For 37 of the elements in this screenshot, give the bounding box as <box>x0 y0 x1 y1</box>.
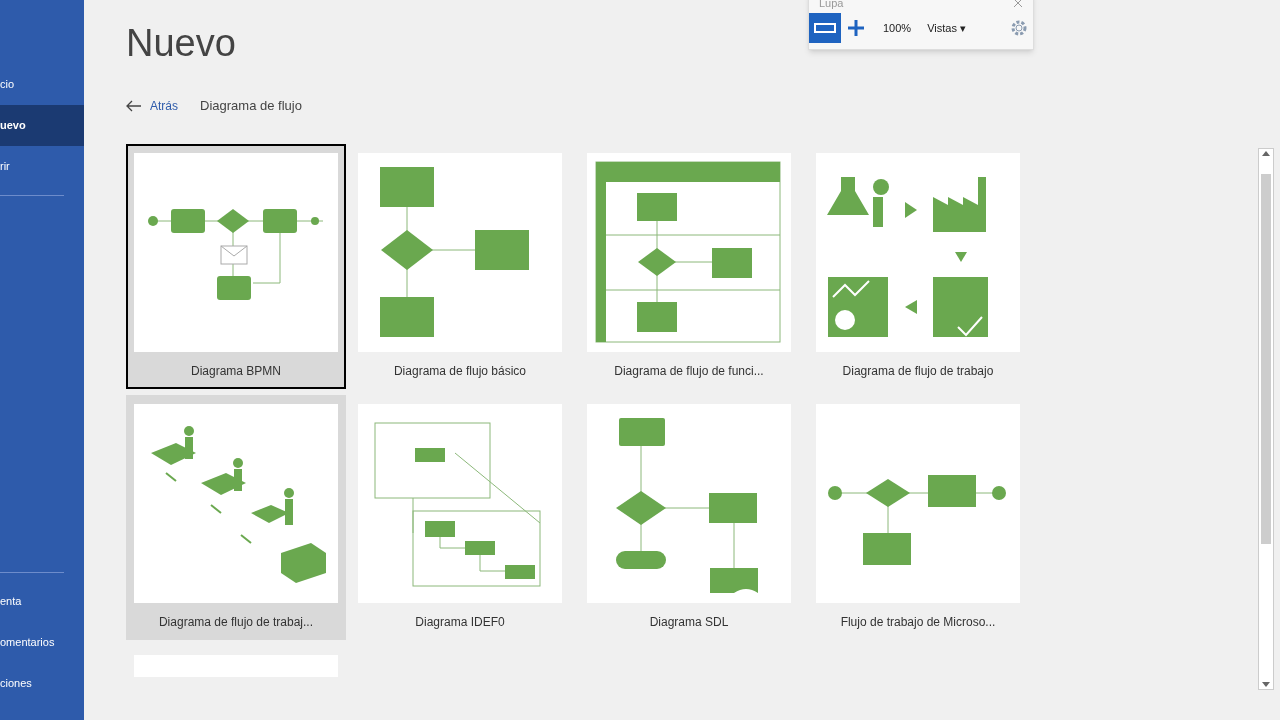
scroll-down-icon[interactable] <box>1262 682 1270 687</box>
magnifier-window-title: Lupa <box>819 0 844 11</box>
template-label: Diagrama IDEF0 <box>415 613 505 631</box>
scroll-up-icon[interactable] <box>1262 151 1270 156</box>
template-tile[interactable]: Diagrama de flujo de trabajo <box>808 143 1028 389</box>
template-label: Diagrama de flujo de funci... <box>614 362 764 380</box>
sidebar-item[interactable]: uevo <box>0 105 84 146</box>
template-tile[interactable]: Diagrama BPMN <box>126 143 346 389</box>
page-title: Nuevo <box>126 24 236 66</box>
sidebar-item[interactable]: enta <box>0 581 84 622</box>
template-label: Diagrama de flujo de trabaj... <box>158 613 314 631</box>
breadcrumb: Diagrama de flujo <box>200 97 302 115</box>
close-icon[interactable] <box>1013 0 1023 8</box>
template-tile[interactable]: Diagrama SDL <box>579 394 799 640</box>
template-tile[interactable]: Diagrama de flujo de funci... <box>579 143 799 389</box>
template-label: Diagrama BPMN <box>191 362 281 380</box>
sidebar-item[interactable]: omentarios <box>0 622 84 663</box>
scrollbar-thumb[interactable] <box>1261 174 1271 544</box>
sidebar-item[interactable]: ciones <box>0 663 84 704</box>
template-label: Diagrama SDL <box>649 613 729 631</box>
template-tile[interactable]: Diagrama de flujo de trabaj... <box>126 394 346 640</box>
template-label: Diagrama de flujo básico <box>393 362 527 380</box>
template-tile[interactable]: Diagrama IDEF0 <box>350 394 570 640</box>
zoom-level: 100% <box>883 20 912 36</box>
minus-icon <box>814 23 836 33</box>
plus-icon <box>847 19 865 37</box>
back-arrow-icon <box>126 99 142 112</box>
back-button[interactable]: Atrás <box>126 96 178 115</box>
template-label: Diagrama de flujo de trabajo <box>842 362 994 380</box>
template-label: Flujo de trabajo de Microso... <box>840 613 996 631</box>
settings-icon[interactable] <box>1010 19 1028 37</box>
views-dropdown[interactable]: Vistas ▾ <box>927 19 966 37</box>
template-tile[interactable]: Diagrama de flujo básico <box>350 143 570 389</box>
sidebar-item[interactable]: cio <box>0 64 84 105</box>
zoom-out-button[interactable] <box>809 13 841 43</box>
sidebar-item[interactable]: rir <box>0 146 84 187</box>
template-tile[interactable]: Flujo de trabajo de Microso... <box>808 394 1028 640</box>
